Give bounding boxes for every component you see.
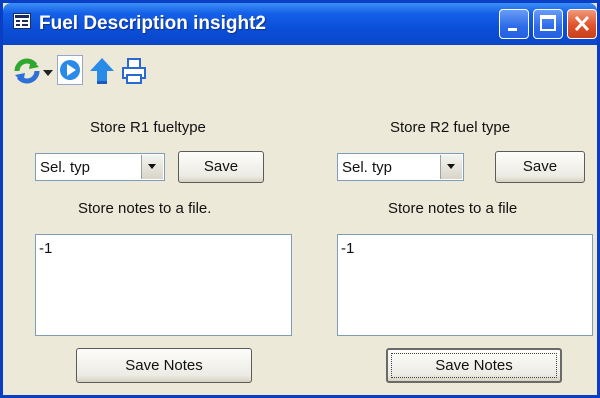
print-icon[interactable]	[121, 57, 147, 90]
minimize-icon	[508, 28, 517, 31]
r2-select-arrow[interactable]	[440, 155, 462, 179]
upload-icon[interactable]	[89, 57, 115, 90]
refresh-icon[interactable]	[13, 57, 41, 90]
r1-save-notes-label: Save Notes	[125, 357, 203, 374]
r2-notes-textarea[interactable]: -1	[337, 234, 593, 336]
r1-notes-heading: Store notes to a file.	[78, 200, 212, 217]
play-icon	[60, 60, 80, 80]
store-r2-heading: Store R2 fuel type	[390, 119, 511, 136]
r1-save-button[interactable]: Save	[178, 151, 264, 183]
store-r1-heading: Store R1 fueltype	[90, 119, 206, 136]
maximize-icon	[540, 15, 556, 31]
chevron-down-icon	[148, 164, 156, 169]
r1-notes-textarea[interactable]: -1	[35, 234, 292, 336]
r2-notes-value: -1	[341, 240, 355, 257]
dropdown-arrow-icon[interactable]	[43, 65, 53, 83]
r2-save-label: Save	[522, 158, 558, 175]
minimize-button[interactable]	[499, 9, 529, 39]
r2-fueltype-select[interactable]: Sel. typ	[337, 153, 464, 181]
r1-select-value: Sel. typ	[40, 159, 91, 176]
chevron-down-icon	[447, 164, 455, 169]
close-icon	[574, 15, 590, 32]
toolbar	[3, 51, 597, 91]
window-title: Fuel Description insight2	[39, 13, 266, 34]
r2-notes-heading: Store notes to a file	[388, 200, 518, 217]
title-bar[interactable]: Fuel Description insight2	[3, 3, 597, 45]
close-button[interactable]	[567, 9, 597, 39]
app-icon	[13, 13, 31, 29]
r1-select-arrow[interactable]	[141, 155, 163, 179]
maximize-button[interactable]	[533, 9, 563, 39]
r1-fueltype-select[interactable]: Sel. typ	[35, 153, 165, 181]
focus-ring	[391, 353, 557, 378]
r1-notes-value: -1	[39, 240, 53, 257]
app-window: Fuel Description insight2 Store R1 fuelt…	[0, 0, 600, 398]
r2-select-value: Sel. typ	[342, 159, 393, 176]
r1-save-notes-button[interactable]: Save Notes	[76, 348, 252, 383]
r2-save-notes-button[interactable]: Save Notes	[386, 348, 562, 383]
r1-save-label: Save	[203, 158, 239, 175]
play-button[interactable]	[57, 55, 83, 85]
r2-save-button[interactable]: Save	[495, 151, 585, 183]
